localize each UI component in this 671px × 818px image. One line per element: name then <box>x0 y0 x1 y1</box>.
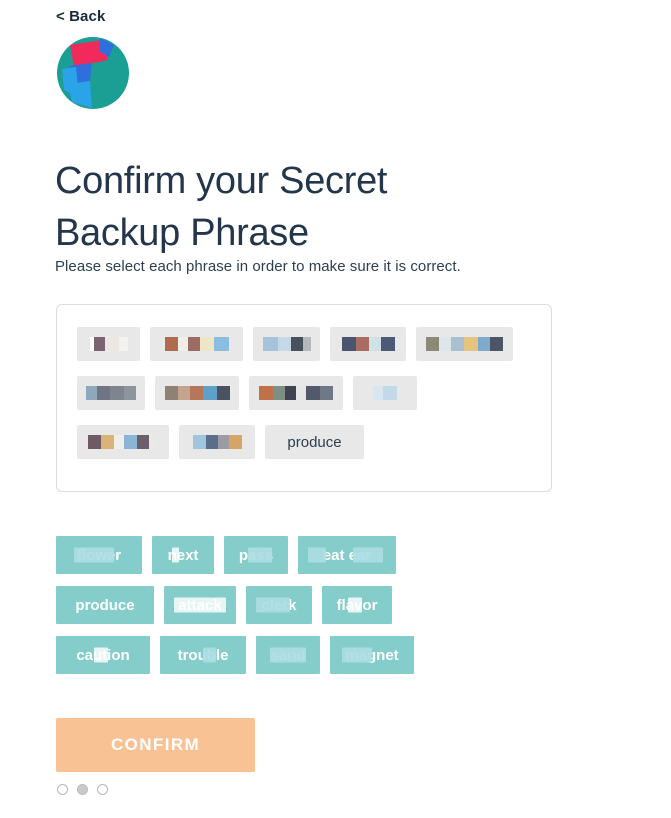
redacted-text <box>341 337 395 351</box>
word-bank-button[interactable]: clerk <box>246 586 312 624</box>
pagination-dot[interactable] <box>77 784 88 795</box>
redaction-mask <box>342 647 372 663</box>
selected-phrase-row <box>77 376 531 416</box>
page-title: Confirm your Secret Backup Phrase <box>55 160 388 255</box>
redaction-mask <box>94 647 108 663</box>
word-bank-button[interactable]: flavor <box>322 586 392 624</box>
selected-phrase-chip[interactable] <box>77 327 140 361</box>
selected-phrase-chip[interactable] <box>179 425 255 459</box>
pagination-dot[interactable] <box>57 784 68 795</box>
redacted-text <box>89 337 128 351</box>
redacted-text <box>164 386 230 400</box>
redaction-mask <box>270 647 306 663</box>
redaction-mask <box>203 647 216 663</box>
selected-phrase-chip[interactable]: produce <box>265 425 364 459</box>
redaction-mask <box>256 597 290 613</box>
redacted-text <box>259 386 333 400</box>
word-bank-button[interactable]: magnet <box>330 636 414 674</box>
selected-phrase-chip[interactable] <box>353 376 417 410</box>
redaction-mask <box>74 547 114 563</box>
word-bank-button[interactable]: next <box>152 536 214 574</box>
selected-phrase-chip[interactable] <box>330 327 406 361</box>
selected-phrase-chip[interactable] <box>150 327 243 361</box>
redacted-text <box>88 435 158 449</box>
redacted-text <box>262 337 311 351</box>
word-bank-button[interactable]: pass <box>224 536 288 574</box>
word-bank-button[interactable]: flower <box>56 536 142 574</box>
selected-phrase-box: produce <box>56 304 552 492</box>
redacted-text <box>192 435 242 449</box>
redaction-mask <box>174 597 226 613</box>
redacted-text <box>373 386 397 400</box>
word-bank-row: caution trouble sand magnet <box>56 636 616 676</box>
redacted-text <box>426 337 503 351</box>
redacted-text <box>164 337 229 351</box>
word-bank: flowernextpasseat earproduceattackclerkf… <box>56 536 616 686</box>
word-bank-button[interactable]: attack <box>164 586 236 624</box>
redaction-mask <box>248 547 272 563</box>
selected-phrase-row <box>77 327 531 367</box>
metamask-pie-logo <box>56 36 130 110</box>
chip-label: produce <box>287 433 342 451</box>
pagination-dot[interactable] <box>97 784 108 795</box>
redaction-mask <box>353 547 383 563</box>
word-bank-button[interactable]: eat ear <box>298 536 396 574</box>
word-bank-label: produce <box>75 596 135 614</box>
selected-phrase-chip[interactable] <box>77 425 169 459</box>
redaction-mask <box>172 547 179 563</box>
back-link[interactable]: < Back <box>56 8 105 25</box>
confirm-backup-phrase-page: < Back Confirm your Secret Backup Phrase… <box>0 0 671 818</box>
selected-phrase-chip[interactable] <box>253 327 320 361</box>
word-bank-row: flower next pass eat ear <box>56 536 616 576</box>
confirm-button[interactable]: CONFIRM <box>56 718 255 772</box>
redacted-text <box>86 386 136 400</box>
selected-phrase-chip[interactable] <box>416 327 513 361</box>
selected-phrase-chip[interactable] <box>77 376 145 410</box>
word-bank-button[interactable]: produce <box>56 586 154 624</box>
selected-phrase-row: produce <box>77 425 531 465</box>
word-bank-button[interactable]: sand <box>256 636 320 674</box>
pagination-dots <box>57 784 117 795</box>
word-bank-row: produce attack clerk flavor <box>56 586 616 626</box>
selected-phrase-chip[interactable] <box>155 376 239 410</box>
selected-phrase-chip[interactable] <box>249 376 343 410</box>
word-bank-button[interactable]: caution <box>56 636 150 674</box>
word-bank-button[interactable]: trouble <box>160 636 246 674</box>
redaction-mask <box>348 597 362 613</box>
redaction-mask <box>308 547 326 563</box>
page-subtitle: Please select each phrase in order to ma… <box>55 258 461 275</box>
